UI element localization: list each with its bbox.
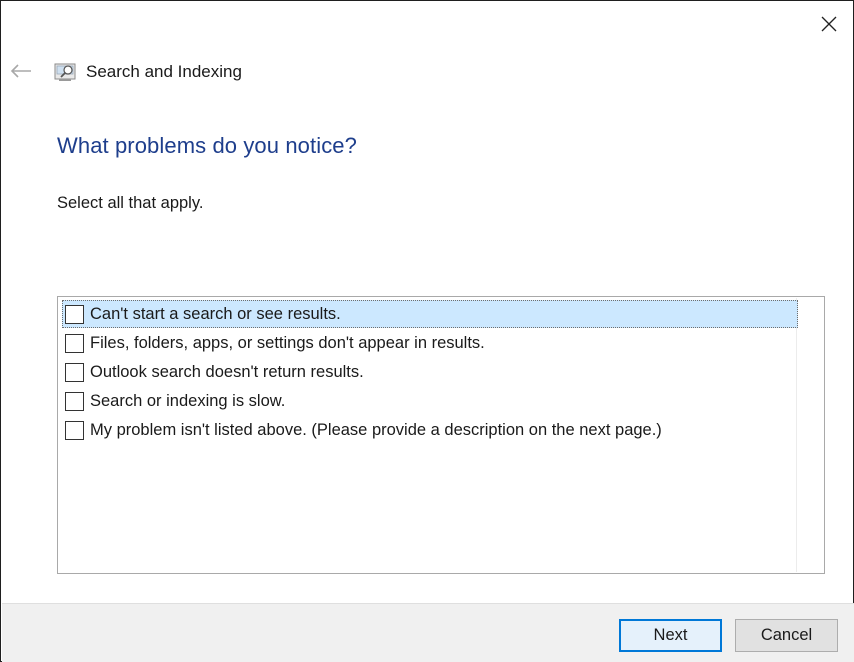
list-item-outlook-search[interactable]: Outlook search doesn't return results. [62,358,798,386]
checkbox[interactable] [65,333,84,353]
page-instruction: Select all that apply. [57,194,204,212]
list-item-label: Outlook search doesn't return results. [90,362,364,381]
list-item-files-not-in-results[interactable]: Files, folders, apps, or settings don't … [62,329,798,357]
checkbox[interactable] [65,304,84,324]
search-indexing-icon [54,63,76,81]
list-item-problem-not-listed[interactable]: My problem isn't listed above. (Please p… [62,416,798,444]
close-button[interactable] [809,7,849,41]
page-heading: What problems do you notice? [57,133,357,158]
list-item-indexing-slow[interactable]: Search or indexing is slow. [62,387,798,415]
dialog-footer: Next Cancel [2,603,854,662]
close-icon [821,16,837,32]
list-item-label: Files, folders, apps, or settings don't … [90,333,485,352]
list-item-label: My problem isn't listed above. (Please p… [90,420,662,439]
list-item-label: Can't start a search or see results. [90,304,341,323]
window-title: Search and Indexing [86,62,242,81]
list-item-cant-start-search[interactable]: Can't start a search or see results. [62,300,798,328]
troubleshooter-window: Search and Indexing What problems do you… [0,0,854,662]
problems-list[interactable]: Can't start a search or see results. Fil… [57,296,825,574]
cancel-button[interactable]: Cancel [735,619,838,652]
list-item-label: Search or indexing is slow. [90,391,286,410]
checkbox[interactable] [65,362,84,382]
back-button[interactable] [5,57,37,85]
back-arrow-icon [10,64,31,78]
next-button[interactable]: Next [619,619,722,652]
problems-list-viewport: Can't start a search or see results. Fil… [59,298,798,572]
checkbox[interactable] [65,420,84,440]
checkbox[interactable] [65,391,84,411]
window-title-bar: Search and Indexing [54,58,242,86]
